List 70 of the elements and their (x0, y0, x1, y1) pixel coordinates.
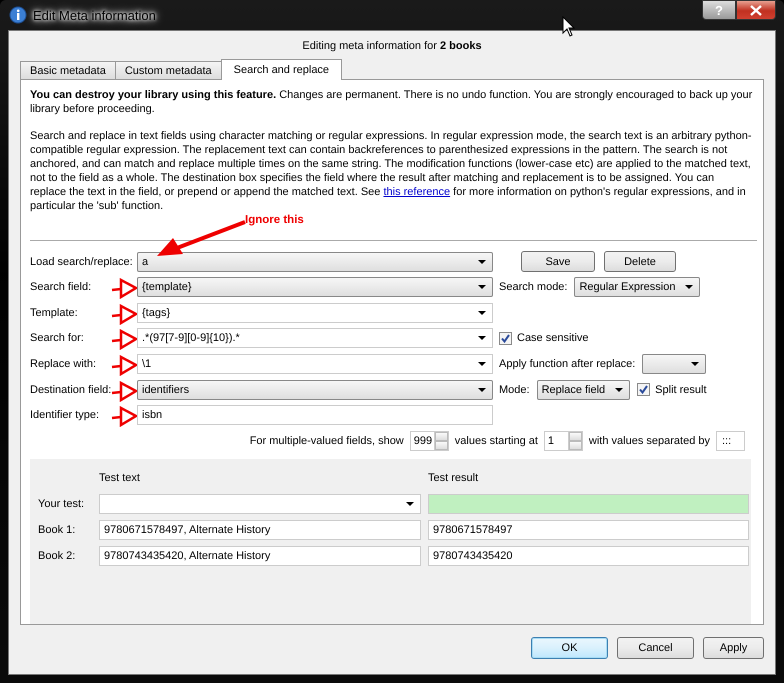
dropdown[interactable]: Regular Expression (574, 277, 700, 298)
input-field[interactable]: ::: (716, 430, 745, 451)
field-label: Load search/replace: (30, 256, 133, 268)
save-button[interactable]: Save (521, 251, 595, 272)
combo-field[interactable] (99, 494, 421, 514)
combo-field[interactable]: {tags} (137, 302, 493, 323)
description-text: Search and replace in text fields using character matching or regular expressions. In regular expression mode, the search text is an arbitrary python-compatible regular expression. The replacement text can contain backreferences to parenthesized expressions in the pattern. The search is not anchored, and can match and replace multiple times on the same string. The modification functions (lower-case etc) are applied to the matched text, not to the field as a whole. The destination box specifies the field where the result after matching and replacement is to be assigned. You can replace the text in the field, or prepend or append the matched text. See this reference for more information on python's regular expressions, and in particular the 'sub' function. (30, 129, 752, 213)
delete-button[interactable]: Delete (604, 251, 676, 272)
checkbox-label: Case sensitive (517, 332, 589, 344)
field-label: values starting at (454, 434, 538, 447)
field-label: Identifier type: (30, 409, 100, 422)
field-label: with values separated by (588, 434, 710, 447)
combo-field[interactable]: \1 (137, 354, 493, 374)
caret-icon (406, 502, 414, 506)
field-label: For multiple-valued fields, show (250, 434, 404, 447)
close-button[interactable] (736, 0, 776, 20)
caret-icon (478, 388, 486, 392)
caret-icon (615, 388, 624, 392)
field-label: Replace with: (30, 358, 96, 370)
dropdown[interactable]: identifiers (137, 380, 493, 400)
column-heading: Test result (428, 472, 480, 484)
dropdown[interactable]: Replace field (536, 380, 630, 400)
spin-arrows-icon (434, 432, 448, 450)
caret-icon (478, 336, 486, 340)
spin-box[interactable]: 1 (544, 430, 583, 451)
checkbox-label: Split result (655, 384, 707, 396)
field-label: Your test: (37, 498, 86, 510)
input-field[interactable]: isbn (137, 405, 493, 426)
input-field[interactable]: 9780743435420, Alternate History (99, 546, 421, 566)
caret-icon (478, 310, 486, 315)
column-heading: Test text (99, 472, 141, 484)
dropdown[interactable]: a (137, 252, 493, 272)
field-label: Destination field: (30, 384, 112, 396)
dropdown[interactable]: {template} (137, 277, 493, 298)
spin-arrows-icon (568, 432, 582, 450)
combo-field[interactable]: .*(97[7-9][0-9]{10}).* (137, 328, 493, 348)
dialog-button[interactable]: Apply (703, 637, 764, 659)
caret-icon (478, 285, 486, 290)
caret-icon (691, 362, 700, 366)
caret-icon (478, 362, 486, 366)
field-label: Mode: (499, 384, 530, 396)
field-label: Apply function after replace: (499, 358, 636, 370)
cursor-icon (562, 16, 576, 38)
annotation-text: Ignore this (245, 214, 304, 226)
caret-icon (685, 285, 694, 290)
field-label: Search mode: (499, 281, 568, 294)
info-icon (9, 6, 27, 24)
field-label: Book 1: (37, 524, 76, 536)
result-field: 9780743435420 (428, 546, 749, 566)
dialog-heading: Editing meta information for 2 books (302, 40, 482, 52)
checkbox[interactable] (499, 332, 512, 345)
field-label: Search field: (30, 281, 92, 294)
field-label: Book 2: (37, 550, 76, 562)
dialog-button[interactable]: OK (531, 637, 608, 659)
dropdown[interactable] (642, 354, 706, 374)
spin-box[interactable]: 999 (410, 430, 449, 451)
field-label: Template: (30, 306, 78, 319)
tab[interactable]: Basic metadata (20, 61, 116, 79)
window-title: Edit Meta information (33, 8, 156, 22)
caret-icon (478, 260, 486, 264)
field-label: Search for: (30, 332, 84, 344)
tab[interactable]: Custom metadata (114, 61, 222, 79)
checkbox[interactable] (637, 383, 650, 396)
reference-link[interactable]: this reference (383, 186, 450, 198)
result-field: 9780671578497 (428, 520, 749, 540)
dialog-button[interactable]: Cancel (617, 637, 694, 659)
input-field[interactable]: 9780671578497, Alternate History (99, 520, 421, 540)
close-icon (750, 4, 762, 16)
tab[interactable]: Search and replace (220, 59, 342, 80)
warning-text: You can destroy your library using this feature. Changes are permanent. There is no undo function. You are strongly encouraged to back up your library before proceeding. (30, 88, 753, 116)
